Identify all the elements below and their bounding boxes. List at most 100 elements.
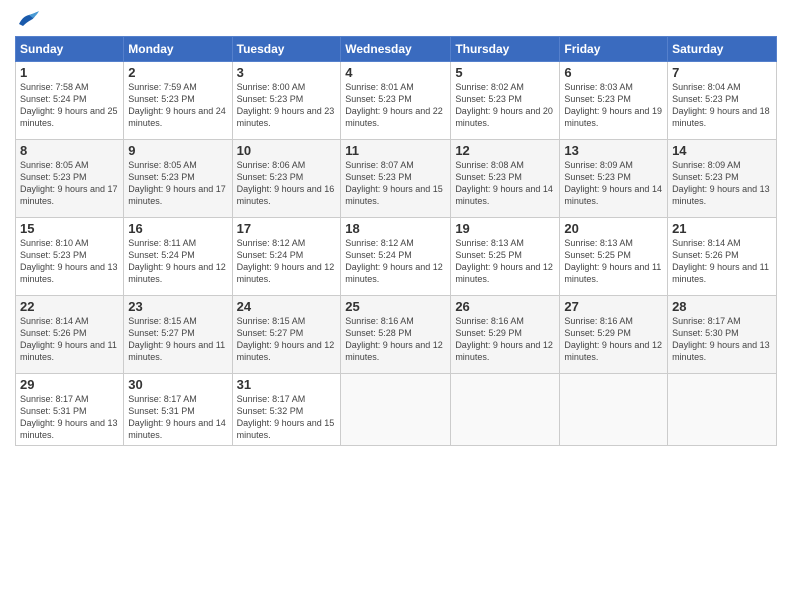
col-header-sunday: Sunday (16, 37, 124, 62)
day-number: 13 (564, 143, 663, 158)
day-number: 20 (564, 221, 663, 236)
day-number: 23 (128, 299, 227, 314)
calendar-cell: 5Sunrise: 8:02 AMSunset: 5:23 PMDaylight… (451, 62, 560, 140)
calendar-cell: 19Sunrise: 8:13 AMSunset: 5:25 PMDayligh… (451, 218, 560, 296)
day-info: Sunrise: 8:05 AMSunset: 5:23 PMDaylight:… (20, 159, 119, 208)
calendar-cell: 10Sunrise: 8:06 AMSunset: 5:23 PMDayligh… (232, 140, 341, 218)
day-info: Sunrise: 8:14 AMSunset: 5:26 PMDaylight:… (20, 315, 119, 364)
calendar-cell: 26Sunrise: 8:16 AMSunset: 5:29 PMDayligh… (451, 296, 560, 374)
calendar-cell: 24Sunrise: 8:15 AMSunset: 5:27 PMDayligh… (232, 296, 341, 374)
day-number: 10 (237, 143, 337, 158)
calendar-cell (560, 374, 668, 446)
col-header-friday: Friday (560, 37, 668, 62)
calendar-cell: 1Sunrise: 7:58 AMSunset: 5:24 PMDaylight… (16, 62, 124, 140)
day-number: 4 (345, 65, 446, 80)
day-number: 9 (128, 143, 227, 158)
day-number: 3 (237, 65, 337, 80)
day-number: 27 (564, 299, 663, 314)
day-info: Sunrise: 8:07 AMSunset: 5:23 PMDaylight:… (345, 159, 446, 208)
header (15, 10, 777, 28)
logo-bird-icon (17, 10, 39, 28)
calendar-cell: 28Sunrise: 8:17 AMSunset: 5:30 PMDayligh… (668, 296, 777, 374)
day-number: 18 (345, 221, 446, 236)
day-info: Sunrise: 8:16 AMSunset: 5:29 PMDaylight:… (455, 315, 555, 364)
day-number: 16 (128, 221, 227, 236)
day-info: Sunrise: 8:10 AMSunset: 5:23 PMDaylight:… (20, 237, 119, 286)
day-info: Sunrise: 8:17 AMSunset: 5:30 PMDaylight:… (672, 315, 772, 364)
calendar-cell (341, 374, 451, 446)
calendar-cell: 7Sunrise: 8:04 AMSunset: 5:23 PMDaylight… (668, 62, 777, 140)
col-header-tuesday: Tuesday (232, 37, 341, 62)
day-info: Sunrise: 8:17 AMSunset: 5:31 PMDaylight:… (128, 393, 227, 442)
calendar-cell: 12Sunrise: 8:08 AMSunset: 5:23 PMDayligh… (451, 140, 560, 218)
calendar-table: SundayMondayTuesdayWednesdayThursdayFrid… (15, 36, 777, 446)
day-number: 28 (672, 299, 772, 314)
calendar-cell: 3Sunrise: 8:00 AMSunset: 5:23 PMDaylight… (232, 62, 341, 140)
day-number: 25 (345, 299, 446, 314)
calendar-cell: 17Sunrise: 8:12 AMSunset: 5:24 PMDayligh… (232, 218, 341, 296)
calendar-cell: 29Sunrise: 8:17 AMSunset: 5:31 PMDayligh… (16, 374, 124, 446)
calendar-cell: 15Sunrise: 8:10 AMSunset: 5:23 PMDayligh… (16, 218, 124, 296)
calendar-cell: 11Sunrise: 8:07 AMSunset: 5:23 PMDayligh… (341, 140, 451, 218)
calendar-cell: 6Sunrise: 8:03 AMSunset: 5:23 PMDaylight… (560, 62, 668, 140)
calendar-cell (668, 374, 777, 446)
calendar-cell: 30Sunrise: 8:17 AMSunset: 5:31 PMDayligh… (124, 374, 232, 446)
day-info: Sunrise: 7:59 AMSunset: 5:23 PMDaylight:… (128, 81, 227, 130)
calendar-cell: 25Sunrise: 8:16 AMSunset: 5:28 PMDayligh… (341, 296, 451, 374)
calendar-cell: 9Sunrise: 8:05 AMSunset: 5:23 PMDaylight… (124, 140, 232, 218)
day-info: Sunrise: 8:13 AMSunset: 5:25 PMDaylight:… (455, 237, 555, 286)
day-info: Sunrise: 8:16 AMSunset: 5:29 PMDaylight:… (564, 315, 663, 364)
calendar-cell: 31Sunrise: 8:17 AMSunset: 5:32 PMDayligh… (232, 374, 341, 446)
day-number: 12 (455, 143, 555, 158)
calendar-cell: 23Sunrise: 8:15 AMSunset: 5:27 PMDayligh… (124, 296, 232, 374)
day-number: 24 (237, 299, 337, 314)
col-header-monday: Monday (124, 37, 232, 62)
day-info: Sunrise: 8:11 AMSunset: 5:24 PMDaylight:… (128, 237, 227, 286)
calendar-cell: 21Sunrise: 8:14 AMSunset: 5:26 PMDayligh… (668, 218, 777, 296)
day-number: 7 (672, 65, 772, 80)
day-number: 31 (237, 377, 337, 392)
day-info: Sunrise: 7:58 AMSunset: 5:24 PMDaylight:… (20, 81, 119, 130)
calendar-cell: 16Sunrise: 8:11 AMSunset: 5:24 PMDayligh… (124, 218, 232, 296)
calendar-cell: 4Sunrise: 8:01 AMSunset: 5:23 PMDaylight… (341, 62, 451, 140)
logo (15, 10, 39, 28)
calendar-cell: 27Sunrise: 8:16 AMSunset: 5:29 PMDayligh… (560, 296, 668, 374)
day-info: Sunrise: 8:09 AMSunset: 5:23 PMDaylight:… (672, 159, 772, 208)
day-number: 11 (345, 143, 446, 158)
day-info: Sunrise: 8:12 AMSunset: 5:24 PMDaylight:… (345, 237, 446, 286)
day-number: 17 (237, 221, 337, 236)
day-info: Sunrise: 8:04 AMSunset: 5:23 PMDaylight:… (672, 81, 772, 130)
day-number: 1 (20, 65, 119, 80)
day-info: Sunrise: 8:15 AMSunset: 5:27 PMDaylight:… (237, 315, 337, 364)
day-info: Sunrise: 8:03 AMSunset: 5:23 PMDaylight:… (564, 81, 663, 130)
day-number: 26 (455, 299, 555, 314)
day-info: Sunrise: 8:00 AMSunset: 5:23 PMDaylight:… (237, 81, 337, 130)
page: SundayMondayTuesdayWednesdayThursdayFrid… (0, 0, 792, 612)
day-number: 19 (455, 221, 555, 236)
calendar-cell: 20Sunrise: 8:13 AMSunset: 5:25 PMDayligh… (560, 218, 668, 296)
calendar-cell: 2Sunrise: 7:59 AMSunset: 5:23 PMDaylight… (124, 62, 232, 140)
day-number: 14 (672, 143, 772, 158)
day-number: 29 (20, 377, 119, 392)
col-header-thursday: Thursday (451, 37, 560, 62)
day-info: Sunrise: 8:02 AMSunset: 5:23 PMDaylight:… (455, 81, 555, 130)
day-number: 21 (672, 221, 772, 236)
day-info: Sunrise: 8:15 AMSunset: 5:27 PMDaylight:… (128, 315, 227, 364)
calendar-cell: 13Sunrise: 8:09 AMSunset: 5:23 PMDayligh… (560, 140, 668, 218)
day-info: Sunrise: 8:01 AMSunset: 5:23 PMDaylight:… (345, 81, 446, 130)
day-info: Sunrise: 8:17 AMSunset: 5:32 PMDaylight:… (237, 393, 337, 442)
day-number: 15 (20, 221, 119, 236)
calendar-cell: 22Sunrise: 8:14 AMSunset: 5:26 PMDayligh… (16, 296, 124, 374)
calendar-cell: 18Sunrise: 8:12 AMSunset: 5:24 PMDayligh… (341, 218, 451, 296)
day-info: Sunrise: 8:05 AMSunset: 5:23 PMDaylight:… (128, 159, 227, 208)
day-number: 5 (455, 65, 555, 80)
day-number: 6 (564, 65, 663, 80)
day-info: Sunrise: 8:12 AMSunset: 5:24 PMDaylight:… (237, 237, 337, 286)
day-info: Sunrise: 8:06 AMSunset: 5:23 PMDaylight:… (237, 159, 337, 208)
col-header-saturday: Saturday (668, 37, 777, 62)
day-number: 8 (20, 143, 119, 158)
col-header-wednesday: Wednesday (341, 37, 451, 62)
day-info: Sunrise: 8:14 AMSunset: 5:26 PMDaylight:… (672, 237, 772, 286)
day-number: 22 (20, 299, 119, 314)
calendar-cell: 8Sunrise: 8:05 AMSunset: 5:23 PMDaylight… (16, 140, 124, 218)
